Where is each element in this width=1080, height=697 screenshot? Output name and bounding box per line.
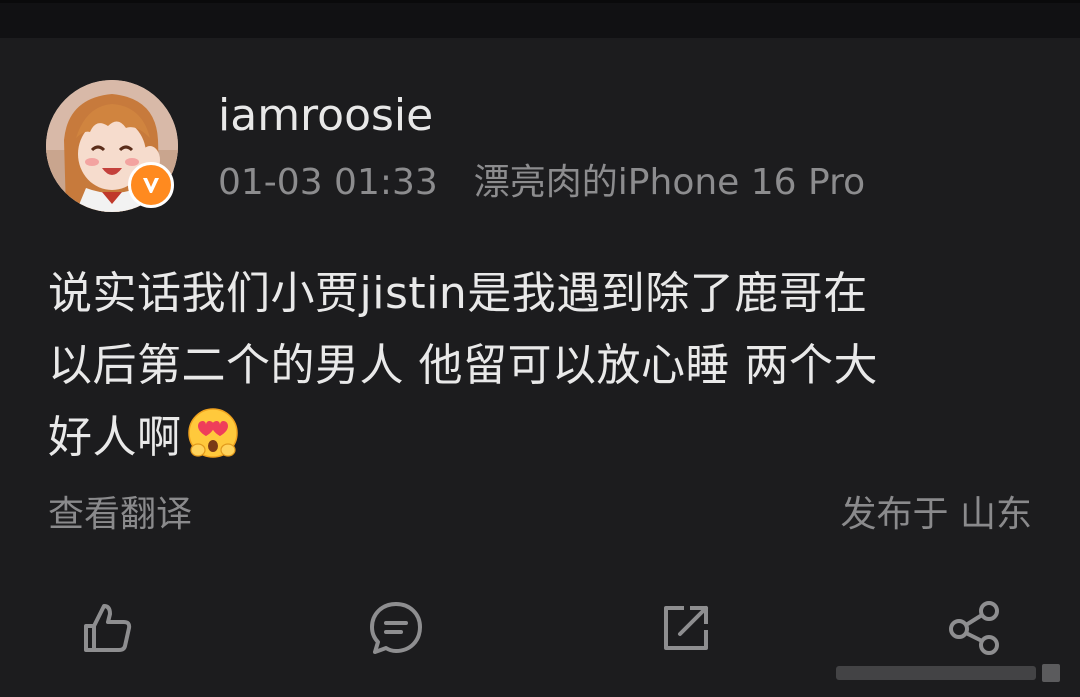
top-bar-edge (0, 0, 1080, 3)
post-text-line: 说实话我们小贾jistin是我遇到除了鹿哥在 (48, 268, 868, 319)
post-device: 漂亮肉的iPhone 16 Pro (473, 162, 866, 203)
verified-icon (143, 178, 159, 193)
heart-eyes-face-emoji (186, 406, 240, 482)
post-text-line-with-emoji: 好人啊 (48, 402, 1038, 482)
post-meta: 01-03 01:33 漂亮肉的iPhone 16 Pro (218, 160, 865, 206)
share-button[interactable] (942, 596, 1006, 660)
post-text: 说实话我们小贾jistin是我遇到除了鹿哥在 以后第二个的男人 他留可以放心睡 … (48, 258, 1038, 482)
thumbs-up-icon (84, 604, 132, 652)
comment-bubble-icon (370, 602, 422, 654)
post-location: 发布于 山东 (840, 494, 1032, 535)
username[interactable]: iamroosie (218, 88, 433, 144)
post-timestamp: 01-03 01:33 (218, 162, 438, 203)
translate-link[interactable]: 查看翻译 (48, 492, 192, 538)
post-text-line: 好人啊 (48, 412, 182, 463)
repost-icon (664, 606, 708, 650)
share-icon (949, 601, 999, 655)
comment-button[interactable] (364, 596, 428, 660)
top-bar (0, 0, 1080, 38)
like-button[interactable] (74, 596, 138, 660)
watermark-graphic (836, 664, 1060, 682)
repost-button[interactable] (654, 596, 718, 660)
verified-badge (128, 162, 174, 208)
post-text-line: 以后第二个的男人 他留可以放心睡 两个大 (48, 340, 878, 391)
